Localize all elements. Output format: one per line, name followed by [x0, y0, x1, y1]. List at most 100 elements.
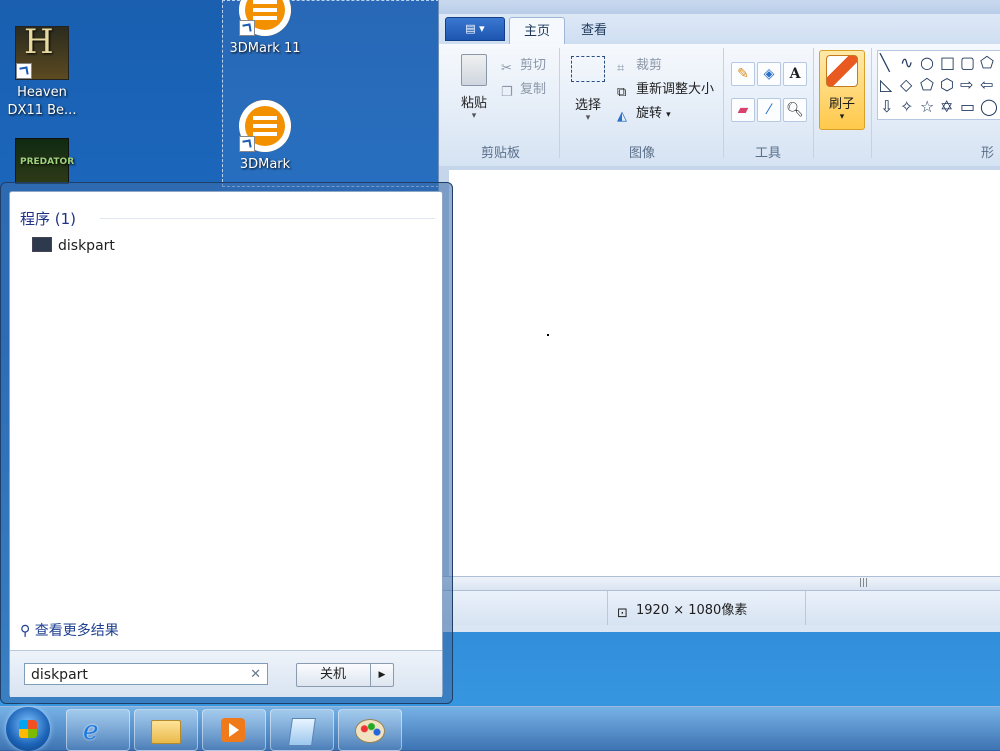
oval-shape-icon[interactable]: ○: [920, 55, 934, 71]
shapes-gallery[interactable]: ╲ ∿ ○ □ ▢ ⬠ ◺ ◇ ⬠ ⬡ ⇨ ⇦ ⇩ ✧ ☆ ✡ ▭ ◯: [877, 50, 1000, 120]
left-arrow-shape-icon[interactable]: ⇦: [980, 77, 993, 93]
magnifier-tool[interactable]: 🔍︎: [783, 98, 807, 122]
status-bar: ⊡ 1920 × 1080像素: [439, 590, 1000, 625]
drawing-canvas[interactable]: [449, 170, 1000, 576]
start-button[interactable]: [6, 707, 50, 751]
shortcut-arrow-icon: [239, 136, 255, 152]
group-separator: [813, 48, 814, 158]
eraser-icon: ▰: [737, 102, 749, 118]
quick-access-toolbar: [439, 0, 1000, 14]
eraser-tool[interactable]: ▰: [731, 98, 755, 122]
start-menu-results: 程序 (1) diskpart ⚲ 查看更多结果 diskpart ✕ 关机 ▶: [9, 191, 443, 697]
line-shape-icon[interactable]: ╲: [880, 55, 890, 71]
hexagon-shape-icon[interactable]: ⬡: [940, 77, 954, 93]
triangle-shape-icon[interactable]: ◺: [880, 77, 892, 93]
crop-button[interactable]: ⌗ 裁剪: [617, 54, 662, 77]
paint-palette-icon: [355, 719, 385, 743]
chevron-down-icon: ▾: [471, 111, 477, 121]
taskbar-paint[interactable]: [338, 709, 402, 751]
chevron-right-icon[interactable]: ▶: [370, 664, 393, 686]
file-menu-icon: ▤ ▾: [465, 22, 485, 35]
crop-icon: ⌗: [617, 61, 625, 76]
eyedropper-icon: ⁄: [767, 102, 771, 118]
text-tool[interactable]: A: [783, 62, 807, 86]
program-result-diskpart[interactable]: diskpart: [32, 236, 115, 256]
brush-button[interactable]: 刷子 ▾: [819, 50, 865, 130]
media-player-icon: [221, 718, 245, 742]
oval-callout-icon[interactable]: ◯: [980, 99, 998, 115]
curve-shape-icon[interactable]: ∿: [900, 55, 913, 71]
desktop-icon-3dmark[interactable]: 3DMark: [220, 100, 310, 174]
console-app-icon: [32, 237, 52, 252]
four-point-star-icon[interactable]: ✧: [900, 99, 913, 115]
ribbon: 粘贴 ▾ ✂ 剪切 ❐ 复制 剪贴板 选择 ▾ ⌗ 裁剪 ⧉ 重新调整大小 ◭ 旋转 ▾ …: [439, 44, 1000, 167]
rotate-button[interactable]: ◭ 旋转 ▾: [617, 102, 671, 125]
canvas-area: [439, 166, 1000, 576]
tab-view[interactable]: 查看: [567, 17, 621, 44]
desktop-icon-heaven[interactable]: H Heaven DX11 Be...: [0, 25, 87, 120]
desktop-icon-label: Heaven: [17, 85, 67, 100]
internet-explorer-icon: e: [83, 716, 99, 746]
start-menu-bottom-bar: diskpart ✕ 关机 ▶: [10, 650, 442, 697]
fill-bucket-icon: ◈: [763, 66, 775, 82]
taskbar-media-player[interactable]: [202, 709, 266, 751]
taskbar-explorer[interactable]: [134, 709, 198, 751]
group-label-tools: 工具: [755, 146, 782, 161]
search-icon: ⚲: [20, 623, 35, 639]
heaven-icon: H: [15, 25, 69, 80]
brush-icon: [826, 55, 858, 87]
group-separator: [559, 48, 560, 158]
copy-button[interactable]: ❐ 复制: [501, 78, 546, 101]
pentagon-shape-icon[interactable]: ⬠: [920, 77, 934, 93]
file-menu-button[interactable]: ▤ ▾: [445, 17, 505, 41]
taskbar-internet-explorer[interactable]: e: [66, 709, 130, 751]
star-shape-icon[interactable]: ☆: [920, 99, 934, 115]
group-separator: [871, 48, 872, 158]
callout-shape-icon[interactable]: ▭: [960, 99, 975, 115]
chevron-down-icon: ▾: [839, 112, 845, 122]
rotate-icon: ◭: [617, 109, 627, 124]
diamond-shape-icon[interactable]: ◇: [900, 77, 912, 93]
color-picker-tool[interactable]: ⁄: [757, 98, 781, 122]
clear-search-icon[interactable]: ✕: [250, 664, 261, 686]
scissors-icon: ✂: [501, 61, 512, 76]
cut-button[interactable]: ✂ 剪切: [501, 54, 546, 77]
clipboard-icon: [461, 54, 487, 86]
polygon-shape-icon[interactable]: ⬠: [980, 55, 994, 71]
paint-window: ▤ ▾ 主页 查看 粘贴 ▾ ✂ 剪切 ❐ 复制 剪贴板 选择 ▾ ⌗ 裁剪 ⧉ 重新调…: [438, 0, 1000, 632]
pencil-tool[interactable]: ✎: [731, 62, 755, 86]
chevron-down-icon: ▾: [666, 110, 671, 120]
image-size-status: ⊡ 1920 × 1080像素: [617, 603, 748, 621]
pencil-icon: ✎: [737, 66, 749, 82]
resize-button[interactable]: ⧉ 重新调整大小: [617, 78, 714, 101]
down-arrow-shape-icon[interactable]: ⇩: [880, 99, 893, 115]
fill-tool[interactable]: ◈: [757, 62, 781, 86]
notepad-icon: [288, 718, 316, 746]
right-arrow-shape-icon[interactable]: ⇨: [960, 77, 973, 93]
desktop-icon-predator[interactable]: PREDATOR: [0, 138, 87, 188]
text-icon: A: [789, 66, 801, 82]
folder-icon: [151, 720, 181, 744]
canvas-dot: [547, 334, 549, 336]
desktop-icon-3dmark11[interactable]: 3DMark 11: [220, 0, 310, 58]
scroll-grip-icon: |||: [859, 578, 869, 588]
shutdown-button[interactable]: 关机 ▶: [296, 663, 394, 687]
chevron-down-icon: ▾: [585, 113, 591, 123]
rounded-rect-shape-icon[interactable]: ▢: [960, 55, 975, 71]
tab-home[interactable]: 主页: [509, 17, 566, 45]
see-more-results-link[interactable]: ⚲ 查看更多结果: [20, 620, 119, 640]
horizontal-scrollbar[interactable]: |||: [439, 576, 1000, 591]
paste-button[interactable]: 粘贴 ▾: [459, 54, 489, 121]
start-menu: 程序 (1) diskpart ⚲ 查看更多结果 diskpart ✕ 关机 ▶: [0, 182, 453, 704]
copy-icon: ❐: [501, 85, 513, 100]
select-rect-icon: [571, 56, 605, 82]
six-point-star-icon[interactable]: ✡: [940, 99, 953, 115]
windows-logo-icon: [19, 720, 37, 738]
select-button[interactable]: 选择 ▾: [569, 56, 607, 123]
search-input[interactable]: diskpart ✕: [24, 663, 268, 685]
3dmark-icon: [239, 0, 291, 36]
group-label-image: 图像: [629, 146, 656, 161]
rectangle-shape-icon[interactable]: □: [940, 55, 955, 71]
taskbar-notepad[interactable]: [270, 709, 334, 751]
desktop-icon-label: 3DMark 11: [229, 41, 301, 56]
